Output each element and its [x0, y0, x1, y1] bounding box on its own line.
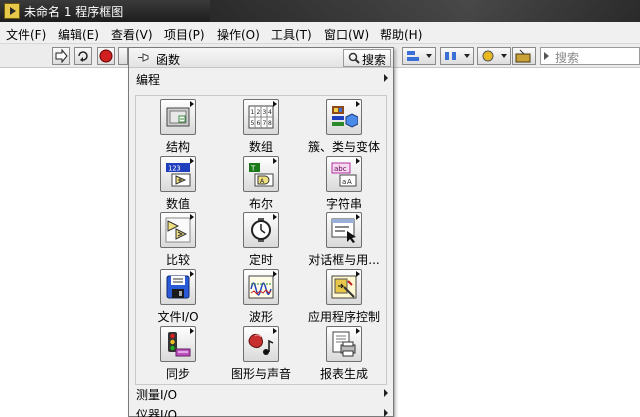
svg-text:5: 5 [251, 120, 255, 127]
run-arrow-button[interactable] [52, 47, 70, 65]
numeric-icon[interactable]: 123 [160, 156, 196, 192]
clean-up-diagram-button[interactable] [512, 47, 536, 65]
timing-icon[interactable] [243, 212, 279, 248]
label-application-control: 应用程序控制 [307, 310, 380, 324]
submenu-arrow-icon [384, 74, 388, 82]
category-label: 编程 [136, 73, 161, 87]
label-timing: 定时 [248, 253, 273, 267]
label-graphics-sound: 图形与声音 [230, 367, 291, 381]
svg-text:a: a [342, 178, 346, 186]
label-file-io: 文件I/O [157, 310, 199, 324]
svg-text:T: T [250, 165, 256, 173]
palette-search-button[interactable]: 搜索 [343, 49, 391, 67]
label-cluster-class-variant: 簇、类与变体 [307, 140, 380, 154]
svg-text:6: 6 [257, 120, 261, 127]
palette-title: 函数 [156, 53, 181, 67]
labview-app-icon [4, 3, 20, 19]
label-structures: 结构 [165, 140, 190, 154]
menu-operate[interactable]: 操作(O) [217, 26, 260, 43]
label-comparison: 比较 [165, 253, 190, 267]
string-icon[interactable]: abc a A [326, 156, 362, 192]
menu-tools[interactable]: 工具(T) [271, 26, 312, 43]
window-title: 未命名 1 程序框图 [24, 5, 124, 19]
align-objects-button[interactable] [402, 47, 436, 65]
palette-header: 函数 搜索 [129, 48, 393, 68]
label-array: 数组 [248, 140, 273, 154]
boolean-icon[interactable]: TA [243, 156, 279, 192]
menu-edit[interactable]: 编辑(E) [58, 26, 99, 43]
distribute-objects-icon [445, 52, 470, 60]
waveform-icon[interactable] [243, 269, 279, 305]
dialog-user-interface-icon[interactable] [326, 212, 362, 248]
label-numeric: 数值 [165, 197, 190, 211]
label-report-generation: 报表生成 [319, 367, 368, 381]
menu-bar: 文件(F) 编辑(E) 查看(V) 项目(P) 操作(O) 工具(T) 窗口(W… [0, 22, 640, 44]
svg-text:2: 2 [257, 109, 261, 116]
svg-text:7: 7 [263, 120, 267, 127]
canvas-divider [394, 69, 395, 417]
category-label: 仪器I/O [136, 408, 178, 417]
background-window-strip [210, 0, 640, 22]
report-generation-icon[interactable] [326, 326, 362, 362]
submenu-arrow-icon [384, 389, 388, 397]
category-measurement-io[interactable]: 测量I/O [129, 384, 393, 402]
palette-search-label: 搜索 [362, 53, 387, 67]
graphics-sound-icon[interactable] [243, 326, 279, 362]
programming-icon-grid: 结构 12345678 数组 簇、类与变体 123 数值 TA 布尔 abc a A… [135, 95, 387, 385]
distribute-objects-button[interactable] [440, 47, 474, 65]
label-string: 字符串 [325, 197, 362, 211]
abort-button[interactable] [97, 47, 115, 65]
reorder-button[interactable] [477, 47, 511, 65]
svg-text:A: A [347, 178, 352, 186]
run-continuously-button[interactable] [74, 47, 92, 65]
search-dropdown-arrow-icon [544, 52, 549, 60]
clean-up-diagram-icon [515, 49, 531, 63]
svg-text:123: 123 [168, 165, 181, 173]
category-instrument-io[interactable]: 仪器I/O [129, 404, 393, 417]
cluster-class-variant-icon[interactable] [326, 99, 362, 135]
comparison-icon[interactable] [160, 212, 196, 248]
label-synchronization: 同步 [165, 367, 190, 381]
svg-text:8: 8 [268, 120, 272, 127]
synchronization-icon[interactable] [160, 326, 196, 362]
align-objects-icon [407, 51, 432, 61]
label-dialog-user-interface: 对话框与用... [308, 253, 380, 267]
submenu-arrow-icon [384, 409, 388, 417]
menu-help[interactable]: 帮助(H) [380, 26, 422, 43]
svg-text:1: 1 [251, 109, 255, 116]
pin-icon[interactable] [137, 51, 151, 64]
category-programming[interactable]: 编程 [129, 69, 393, 87]
run-arrow-icon [55, 48, 68, 64]
toolbar-search-placeholder: 搜索 [555, 51, 580, 65]
svg-text:abc: abc [334, 165, 347, 173]
label-waveform: 波形 [248, 310, 273, 324]
stop-icon [99, 49, 113, 63]
menu-view[interactable]: 查看(V) [111, 26, 153, 43]
pause-button[interactable] [118, 47, 128, 65]
magnifier-icon [348, 52, 360, 64]
toolbar-search-field[interactable]: 搜索 [540, 47, 640, 65]
menu-file[interactable]: 文件(F) [6, 26, 46, 43]
file-io-icon[interactable] [160, 269, 196, 305]
reorder-icon [482, 50, 507, 62]
svg-text:4: 4 [268, 109, 272, 116]
structures-icon[interactable] [160, 99, 196, 135]
run-continuously-icon [78, 51, 88, 62]
application-control-icon[interactable] [326, 269, 362, 305]
menu-window[interactable]: 窗口(W) [324, 26, 369, 43]
label-boolean: 布尔 [248, 197, 273, 211]
array-icon[interactable]: 1234 5678 [243, 99, 279, 135]
title-bar: 未命名 1 程序框图 [0, 0, 640, 22]
functions-palette[interactable]: 函数 搜索 编程 结构 12345678 数组 簇、类与变体 123 数值 T … [128, 47, 394, 417]
category-label: 测量I/O [136, 388, 178, 402]
svg-text:3: 3 [263, 109, 267, 116]
menu-project[interactable]: 项目(P) [164, 26, 205, 43]
